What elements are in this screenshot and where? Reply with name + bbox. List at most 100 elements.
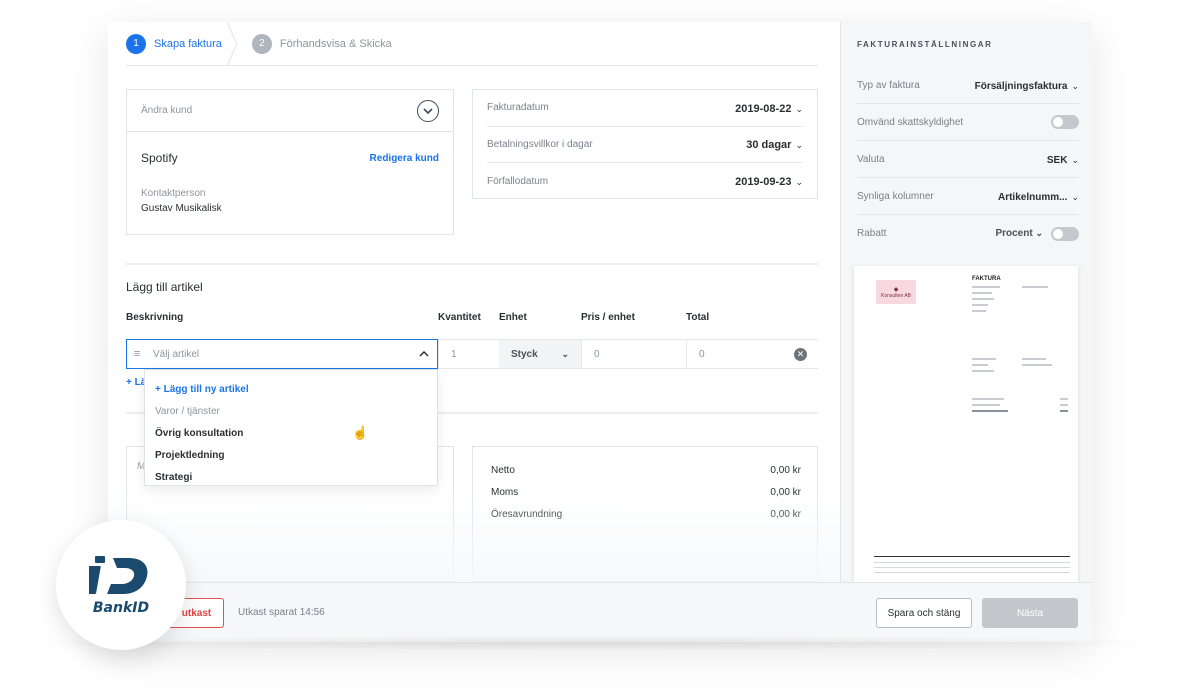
article-select-placeholder: Välj artikel (153, 348, 200, 360)
col-quantity: Kvantitet (438, 312, 481, 323)
invoice-date-label: Fakturadatum (487, 102, 549, 114)
preview-footer-line (874, 572, 1070, 573)
next-button[interactable]: Nästa (982, 598, 1078, 628)
preview-text-line (1022, 286, 1048, 288)
customer-card: Ändra kund Spotify Redigera kund Kontakt… (126, 89, 454, 235)
chevron-down-icon: ⌄ (1071, 192, 1079, 202)
preview-text-line (972, 358, 996, 360)
chevron-down-icon: ⌄ (795, 103, 803, 114)
discount-type-value: Procent (995, 228, 1033, 239)
preview-text-line (972, 398, 1004, 400)
preview-text-line (972, 310, 986, 312)
payment-terms-row[interactable]: Betalningsvillkor i dagar 30 dagar ⌄ (487, 127, 803, 163)
preview-text-line (1022, 364, 1052, 366)
step-create-invoice[interactable]: 1 Skapa faktura (126, 21, 248, 66)
chevron-divider-icon (226, 21, 238, 66)
preview-logo: ◆ Konsulten AB (876, 280, 916, 304)
discount-toggle[interactable] (1051, 226, 1079, 241)
totals-label: Netto (491, 464, 515, 476)
invoice-date-value: 2019-08-22 (735, 102, 792, 115)
payment-terms-label: Betalningsvillkor i dagar (487, 138, 593, 150)
col-total: Total (686, 312, 710, 323)
chevron-up-icon (419, 351, 429, 357)
step-number: 1 (126, 33, 146, 54)
invoice-type-row[interactable]: Typ av faktura Försäljningsfaktura ⌄ (857, 67, 1079, 104)
contact-value: Gustav Musikalisk (141, 203, 222, 214)
invoice-type-label: Typ av faktura (857, 79, 920, 91)
edit-customer-link[interactable]: Redigera kund (370, 153, 439, 164)
dropdown-option[interactable]: Övrig konsultation (145, 422, 437, 444)
dropdown-group-label: Varor / tjänster (155, 405, 220, 417)
footer-bar: utkast Utkast sparat 14:56 Spara och stä… (108, 582, 1092, 642)
hand-cursor-icon: ☝ (352, 425, 369, 440)
reverse-vat-label: Omvänd skattskyldighet (857, 116, 964, 128)
preview-title: FAKTURA (972, 276, 1001, 282)
chevron-down-icon[interactable] (417, 99, 439, 122)
chevron-down-icon: ⌄ (1071, 81, 1079, 91)
reverse-vat-row: Omvänd skattskyldighet (857, 104, 1079, 141)
save-close-button[interactable]: Spara och stäng (876, 598, 972, 628)
contact-person: Kontaktperson Gustav Musikalisk (127, 188, 453, 214)
discount-label: Rabatt (857, 228, 887, 239)
reverse-vat-toggle[interactable] (1051, 115, 1079, 129)
preview-footer-line (874, 567, 1070, 568)
currency-label: Valuta (857, 153, 885, 165)
quantity-input[interactable]: 1 (438, 339, 499, 369)
preview-text-line (972, 370, 994, 372)
payment-terms-value: 30 dagar (746, 139, 792, 152)
due-date-row[interactable]: Förfallodatum 2019-09-23 ⌄ (487, 163, 803, 200)
chevron-down-icon: ⌄ (1071, 155, 1079, 165)
visible-columns-row[interactable]: Synliga kolumner Artikelnumm... ⌄ (857, 178, 1079, 215)
stepper: 1 Skapa faktura 2 Förhandsvisa & Skicka (126, 21, 818, 66)
unit-select[interactable]: Styck ⌄ (499, 339, 581, 369)
article-dropdown: + Lägg till ny artikel Varor / tjänster … (144, 369, 438, 486)
preview-logo-text: Konsulten AB (880, 292, 912, 299)
step-label: Förhandsvisa & Skicka (279, 37, 392, 50)
chevron-down-icon: ⌄ (795, 177, 803, 188)
chevron-down-icon: ⌄ (795, 140, 803, 151)
preview-text-line (972, 292, 992, 294)
preview-text-line (972, 404, 1000, 406)
preview-text-line (972, 364, 988, 366)
totals-row-net: Netto 0,00 kr (491, 459, 801, 481)
change-customer-label: Ändra kund (141, 105, 193, 116)
preview-footer-line (874, 562, 1070, 563)
totals-row-rounding: Öresavrundning 0,00 kr (491, 503, 801, 525)
remove-row-icon[interactable]: ✕ (794, 348, 807, 361)
currency-row[interactable]: Valuta SEK ⌄ (857, 141, 1079, 178)
settings-title: FAKTURAINSTÄLLNINGAR (857, 40, 993, 49)
invoice-preview[interactable]: ◆ Konsulten AB FAKTURA (854, 266, 1078, 582)
preview-text-line (972, 298, 994, 300)
col-price: Pris / enhet (581, 312, 635, 323)
chevron-down-icon: ⌄ (1035, 228, 1043, 238)
invoice-app: 1 Skapa faktura 2 Förhandsvisa & Skicka … (108, 21, 1092, 642)
invoice-main: 1 Skapa faktura 2 Förhandsvisa & Skicka … (108, 21, 840, 642)
article-select[interactable]: ≡ Välj artikel (126, 339, 438, 369)
add-new-article-option[interactable]: + Lägg till ny artikel (145, 378, 437, 400)
totals-label: Moms (491, 486, 519, 498)
totals-row-vat: Moms 0,00 kr (491, 481, 801, 503)
logo-mark-icon: ◆ (893, 286, 899, 293)
totals-label: Öresavrundning (491, 508, 563, 520)
bankid-badge: BankID (56, 520, 186, 650)
customer-name: Spotify (141, 151, 178, 165)
dropdown-option[interactable]: Strategi (145, 466, 437, 488)
add-item-title: Lägg till artikel (126, 280, 203, 294)
drag-handle-icon[interactable]: ≡ (127, 348, 147, 360)
step-label: Skapa faktura (154, 37, 222, 50)
currency-value: SEK (1046, 155, 1068, 166)
bankid-logo-icon (89, 556, 148, 594)
change-customer-row[interactable]: Ändra kund (127, 90, 453, 132)
contact-label: Kontaktperson (141, 188, 206, 199)
invoice-dates-card: Fakturadatum 2019-08-22 ⌄ Betalningsvillk… (472, 89, 818, 199)
step-preview-send[interactable]: 2 Förhandsvisa & Skicka (251, 22, 418, 66)
preview-text-line (1060, 404, 1068, 406)
price-input[interactable]: 0 (581, 339, 686, 369)
visible-columns-value: Artikelnumm... (997, 192, 1068, 203)
dropdown-option[interactable]: Projektledning (145, 444, 437, 466)
invoice-date-row[interactable]: Fakturadatum 2019-08-22 ⌄ (487, 90, 803, 127)
due-date-label: Förfallodatum (487, 175, 549, 187)
discount-type-select[interactable]: Procent ⌄ (995, 228, 1043, 239)
totals-card: Netto 0,00 kr Moms 0,00 kr Öresavrundnin… (472, 446, 818, 582)
col-unit: Enhet (499, 312, 527, 323)
